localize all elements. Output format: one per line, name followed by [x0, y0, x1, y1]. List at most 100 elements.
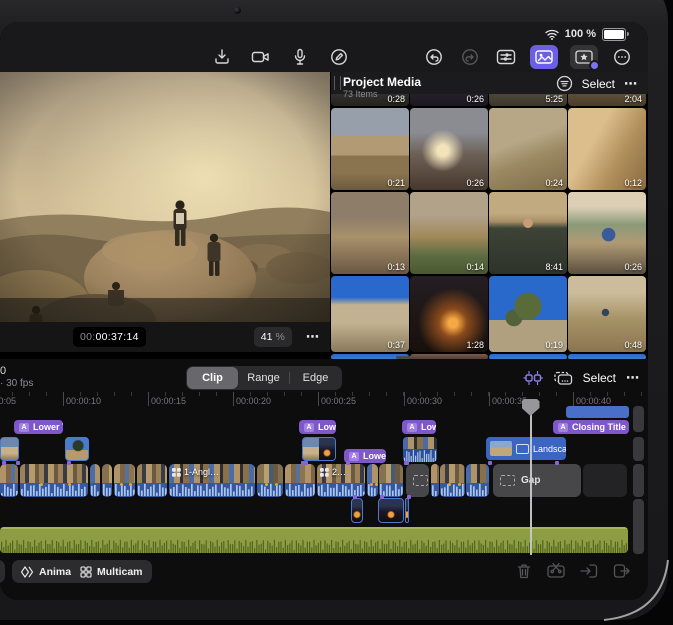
- media-thumbnail[interactable]: 0:26: [568, 192, 646, 274]
- append-button[interactable]: [612, 562, 632, 580]
- timeline-clip[interactable]: [285, 464, 315, 497]
- timeline-drag-handle[interactable]: [396, 356, 411, 359]
- title-clip[interactable]: ALower T…: [14, 420, 63, 434]
- clip-waveform: [20, 483, 88, 497]
- connected-audio-clip[interactable]: [378, 498, 404, 523]
- media-thumbnail[interactable]: 0:48: [568, 276, 646, 352]
- overwrite-button[interactable]: [553, 370, 573, 386]
- title-clip[interactable]: ALow…: [299, 420, 336, 434]
- scrollbar-segment[interactable]: [633, 499, 644, 554]
- clip-waveform: [0, 483, 18, 497]
- timeline-clip[interactable]: [379, 464, 403, 497]
- title-clip-label: Low…: [421, 422, 436, 432]
- multicam-button[interactable]: Multicam: [71, 560, 152, 583]
- playhead[interactable]: [530, 399, 532, 555]
- media-thumbnail[interactable]: 1:28: [410, 276, 488, 352]
- effects-button[interactable]: [570, 45, 598, 69]
- gap-clip[interactable]: Gap: [493, 464, 581, 497]
- redo-button[interactable]: [458, 45, 482, 69]
- timeline-clip[interactable]: [90, 464, 100, 497]
- record-button[interactable]: [249, 45, 273, 69]
- gap-clip[interactable]: Gap: [406, 464, 429, 497]
- voiceover-button[interactable]: [288, 45, 312, 69]
- timeline-clip[interactable]: [367, 464, 378, 497]
- playhead-handle[interactable]: [522, 399, 540, 416]
- insert-button[interactable]: [579, 562, 599, 580]
- gap-icon: [413, 475, 428, 486]
- media-thumbnail[interactable]: 0:14: [410, 192, 488, 274]
- timeline-clip[interactable]: [440, 464, 465, 497]
- clip-waveform: [102, 483, 112, 497]
- clip-duration: 1:28: [466, 340, 484, 350]
- media-thumbnail[interactable]: 8:41: [489, 192, 567, 274]
- trash-button[interactable]: [515, 562, 533, 580]
- timecode-display[interactable]: 00:00:37:14: [73, 327, 146, 347]
- timeline-clip[interactable]: [0, 464, 18, 497]
- media-thumbnail[interactable]: 0:19: [489, 276, 567, 352]
- clip-thumbnails: [102, 464, 112, 484]
- timeline-clip[interactable]: [466, 464, 489, 497]
- edge-button-fragment[interactable]: [0, 560, 5, 583]
- timeline-clip[interactable]: [102, 464, 112, 497]
- connected-clip-thumb: [319, 438, 335, 460]
- undo-button[interactable]: [422, 45, 446, 69]
- scrollbar-segment[interactable]: [633, 464, 644, 497]
- viewer-more-button[interactable]: ⋯: [306, 329, 320, 345]
- more-button[interactable]: [610, 45, 634, 69]
- connected-clip[interactable]: [0, 437, 19, 461]
- edit-mode-segmented: ClipRangeEdge: [186, 366, 342, 390]
- segment-edge[interactable]: Edge: [290, 367, 341, 389]
- connected-clip-thumb: [303, 438, 319, 460]
- pencil-button[interactable]: [327, 45, 351, 69]
- connected-clip[interactable]: [403, 437, 437, 462]
- segment-clip[interactable]: Clip: [187, 367, 238, 389]
- timeline-select-button[interactable]: Select: [583, 371, 616, 385]
- connected-audio-clip[interactable]: [405, 498, 409, 523]
- blade-button[interactable]: [546, 562, 566, 580]
- title-clip[interactable]: AClosing Title: [553, 420, 629, 434]
- connection-dot: [353, 495, 357, 499]
- media-browser-button[interactable]: [530, 45, 558, 69]
- connection-dot: [67, 461, 71, 465]
- timeline-clip[interactable]: [20, 464, 88, 497]
- timeline-clip[interactable]: 2…: [317, 464, 365, 497]
- connected-clip[interactable]: [302, 437, 336, 461]
- filter-icon[interactable]: [556, 75, 573, 92]
- connected-clip[interactable]: [65, 437, 89, 461]
- inspector-button[interactable]: [494, 45, 518, 69]
- select-button[interactable]: Select: [582, 77, 615, 91]
- title-clip[interactable]: ALow…: [402, 420, 436, 434]
- enhance-button[interactable]: [523, 370, 543, 386]
- media-panel-count: 73 Items: [343, 89, 378, 99]
- connected-clip[interactable]: Landscap…: [486, 437, 566, 460]
- clip-waveform: [114, 483, 135, 497]
- timeline-clip[interactable]: [431, 464, 439, 497]
- viewer-preview[interactable]: [0, 72, 330, 322]
- clip-waveform: [431, 483, 439, 497]
- timeline-clip[interactable]: [137, 464, 167, 497]
- scrollbar-segment[interactable]: [633, 406, 644, 432]
- timeline-clip[interactable]: [257, 464, 283, 497]
- segment-range[interactable]: Range: [238, 367, 289, 389]
- timeline-clip[interactable]: 1-Angl…: [169, 464, 255, 497]
- timeline-tracks[interactable]: ALower T… ALow… ALow… AClosing Title ALower……: [0, 399, 648, 555]
- panel-more-button[interactable]: ⋯: [624, 76, 638, 92]
- panel-drag-handle[interactable]: [334, 76, 341, 90]
- import-button[interactable]: [210, 45, 234, 69]
- media-thumbnail[interactable]: 0:12: [568, 108, 646, 190]
- scrollbar-segment[interactable]: [633, 437, 644, 461]
- media-thumbnail[interactable]: 0:21: [331, 108, 409, 190]
- zoom-level[interactable]: 41%: [254, 327, 292, 347]
- media-thumbnail[interactable]: 0:26: [410, 108, 488, 190]
- title-clip[interactable]: ALower…: [344, 449, 386, 463]
- media-thumbnail[interactable]: 0:24: [489, 108, 567, 190]
- music-clip[interactable]: [0, 527, 628, 553]
- timeline-clip[interactable]: [114, 464, 135, 497]
- timeline-more-button[interactable]: ⋯: [626, 370, 640, 386]
- clip-duration: 0:19: [545, 340, 563, 350]
- connected-audio-clip[interactable]: [351, 498, 363, 523]
- connected-clip-bar[interactable]: [566, 406, 629, 418]
- clip-duration: 0:28: [387, 94, 405, 104]
- media-thumbnail[interactable]: 0:37: [331, 276, 409, 352]
- media-thumbnail[interactable]: 0:13: [331, 192, 409, 274]
